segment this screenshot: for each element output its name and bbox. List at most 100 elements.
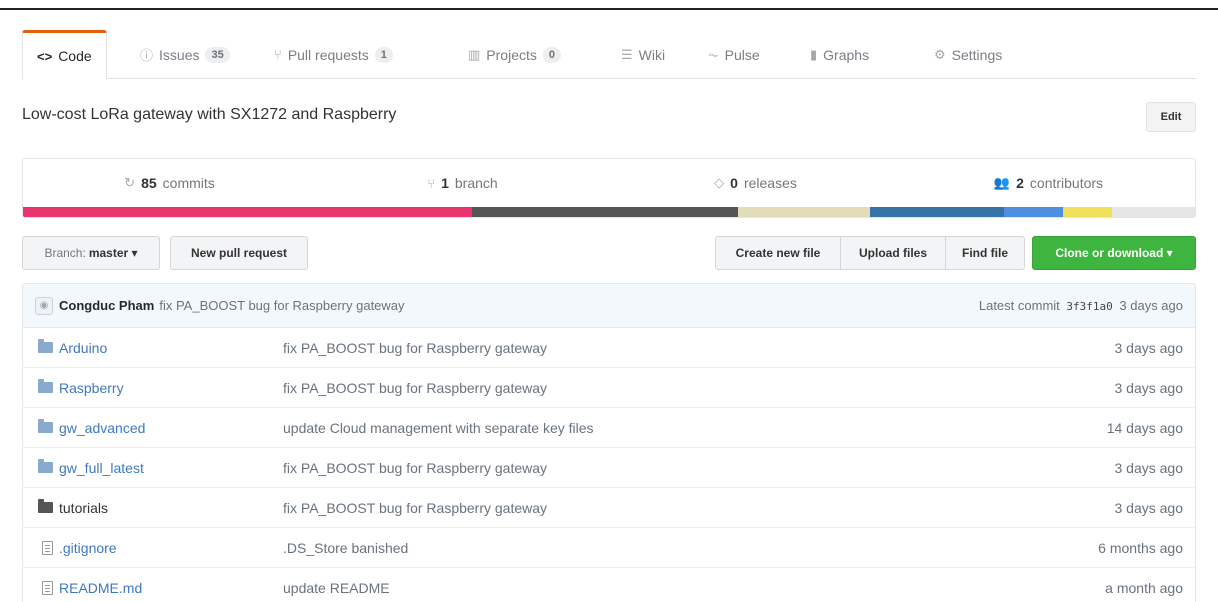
tab-label: Issues [159, 46, 200, 63]
file-row-readme: README.md update README a month ago [23, 568, 1195, 602]
tab-label: Code [58, 48, 92, 64]
file-table: ◉ Congduc Pham fix PA_BOOST bug for Rasp… [22, 283, 1196, 602]
commits-link[interactable]: ↻ 85 commits [23, 159, 316, 207]
graph-icon: ▮ [810, 46, 818, 62]
file-commit-message[interactable]: fix PA_BOOST bug for Raspberry gateway [283, 340, 1035, 356]
file-commit-message[interactable]: update Cloud management with separate ke… [283, 420, 1035, 436]
create-new-file-button[interactable]: Create new file [715, 236, 841, 270]
pulse-icon: ⏦ [708, 46, 719, 62]
tab-pull-requests[interactable]: ⑂ Pull requests 1 [260, 30, 407, 79]
avatar[interactable]: ◉ [35, 296, 53, 315]
file-icon [23, 581, 59, 595]
file-commit-message[interactable]: fix PA_BOOST bug for Raspberry gateway [283, 500, 1035, 516]
file-commit-message[interactable]: fix PA_BOOST bug for Raspberry gateway [283, 380, 1035, 396]
new-pull-request-button[interactable]: New pull request [170, 236, 308, 270]
file-name-link[interactable]: Raspberry [59, 380, 283, 396]
projects-counter: 0 [542, 46, 561, 63]
language-bar-segment[interactable] [737, 207, 871, 217]
file-row-raspberry: Raspberry fix PA_BOOST bug for Raspberry… [23, 368, 1195, 408]
tab-graphs[interactable]: ▮ Graphs [796, 30, 883, 79]
file-name-link[interactable]: README.md [59, 580, 283, 596]
file-age: 3 days ago [1114, 459, 1184, 476]
issue-icon: ⓘ [140, 48, 154, 63]
file-row-gitignore: .gitignore .DS_Store banished 6 months a… [23, 528, 1195, 568]
commit-sha[interactable]: 3f3f1a0 [1066, 300, 1112, 313]
tab-pulse[interactable]: ⏦ Pulse [694, 30, 774, 79]
file-age: a month ago [1105, 580, 1183, 596]
branch-icon: ⑂ [427, 175, 436, 191]
repo-description: Low-cost LoRa gateway with SX1272 and Ra… [22, 106, 397, 123]
tab-label: Wiki [638, 46, 666, 63]
branch-count: 1 [441, 175, 449, 191]
contributors-label: contributors [1029, 175, 1104, 191]
tab-label: Pull requests [287, 46, 369, 63]
file-name-link[interactable]: .gitignore [59, 540, 283, 556]
repo-nav-tabs: <> Code ⓘ Issues 35 ⑂ Pull requests 1 ▥ … [22, 30, 1196, 80]
branch-name: master ▾ [88, 246, 138, 260]
contributors-link[interactable]: 👥 2 contributors [902, 159, 1195, 207]
branch-select-button[interactable]: Branch: master ▾ [22, 236, 160, 270]
file-commit-message[interactable]: fix PA_BOOST bug for Raspberry gateway [283, 460, 1035, 476]
file-age: 6 months ago [1098, 539, 1183, 556]
branches-link[interactable]: ⑂ 1 branch [316, 159, 609, 207]
file-commit-message[interactable]: update README [283, 580, 1035, 596]
language-bar-segment[interactable] [23, 207, 472, 217]
file-commit-message[interactable]: .DS_Store banished [283, 540, 1035, 556]
folder-icon [23, 419, 59, 433]
language-bar-segment[interactable] [1111, 207, 1195, 217]
commit-age: 3 days ago [1119, 298, 1183, 313]
folder-icon [23, 459, 59, 473]
language-bar-segment[interactable] [870, 207, 1004, 217]
upload-files-button[interactable]: Upload files [840, 236, 946, 270]
tab-projects[interactable]: ▥ Projects 0 [454, 30, 575, 79]
branch-label: branch [454, 175, 498, 191]
tab-label: Projects [486, 46, 537, 63]
tab-wiki[interactable]: ☰ Wiki [607, 30, 679, 79]
file-age: 3 days ago [1114, 499, 1184, 516]
releases-label: releases [743, 175, 797, 191]
latest-commit-bar: ◉ Congduc Pham fix PA_BOOST bug for Rasp… [23, 284, 1195, 328]
tag-icon: ◇ [714, 175, 725, 190]
commit-author[interactable]: Congduc Pham [59, 298, 154, 313]
file-name-link[interactable]: gw_full_latest [59, 460, 283, 476]
tab-issues[interactable]: ⓘ Issues 35 [126, 30, 244, 79]
tab-code[interactable]: <> Code [22, 30, 107, 80]
file-name-link[interactable]: Arduino [59, 340, 283, 356]
folder-icon [23, 379, 59, 393]
language-bar-segment[interactable] [1003, 207, 1063, 217]
clone-or-download-button[interactable]: Clone or download ▾ [1032, 236, 1196, 270]
latest-commit-prefix: Latest commit [978, 298, 1060, 313]
language-bar-segment[interactable] [1062, 207, 1112, 217]
gear-icon: ⚙ [934, 46, 946, 62]
tab-label: Graphs [823, 46, 870, 63]
language-bar-segment[interactable] [471, 207, 738, 217]
folder-icon [23, 499, 59, 513]
repo-summary: ↻ 85 commits ⑂ 1 branch ◇ 0 releases 👥 2… [22, 158, 1196, 218]
file-name-link[interactable]: gw_advanced [59, 420, 283, 436]
file-age: 3 days ago [1114, 379, 1184, 396]
tab-label: Settings [951, 46, 1003, 63]
book-icon: ☰ [621, 46, 633, 62]
top-divider [0, 8, 1218, 10]
code-icon: <> [37, 48, 53, 64]
contributors-count: 2 [1016, 175, 1024, 191]
language-bar[interactable] [23, 207, 1195, 217]
branch-prefix: Branch: [44, 246, 86, 260]
folder-icon [23, 339, 59, 353]
file-row-gw-full-latest: gw_full_latest fix PA_BOOST bug for Rasp… [23, 448, 1195, 488]
tab-settings[interactable]: ⚙ Settings [920, 30, 1016, 79]
find-file-button[interactable]: Find file [945, 236, 1025, 270]
tab-label: Pulse [724, 46, 760, 63]
pull-request-icon: ⑂ [274, 47, 282, 62]
issues-counter: 35 [205, 46, 230, 63]
file-row-tutorials: tutorials fix PA_BOOST bug for Raspberry… [23, 488, 1195, 528]
commit-message[interactable]: fix PA_BOOST bug for Raspberry gateway [159, 298, 404, 313]
edit-description-button[interactable]: Edit [1146, 102, 1196, 132]
file-age: 3 days ago [1114, 339, 1184, 356]
releases-link[interactable]: ◇ 0 releases [609, 159, 902, 207]
file-icon [23, 540, 59, 555]
project-icon: ▥ [468, 46, 481, 62]
file-age: 14 days ago [1106, 419, 1183, 436]
file-name-link[interactable]: tutorials [59, 500, 283, 516]
commits-label: commits [162, 175, 215, 191]
